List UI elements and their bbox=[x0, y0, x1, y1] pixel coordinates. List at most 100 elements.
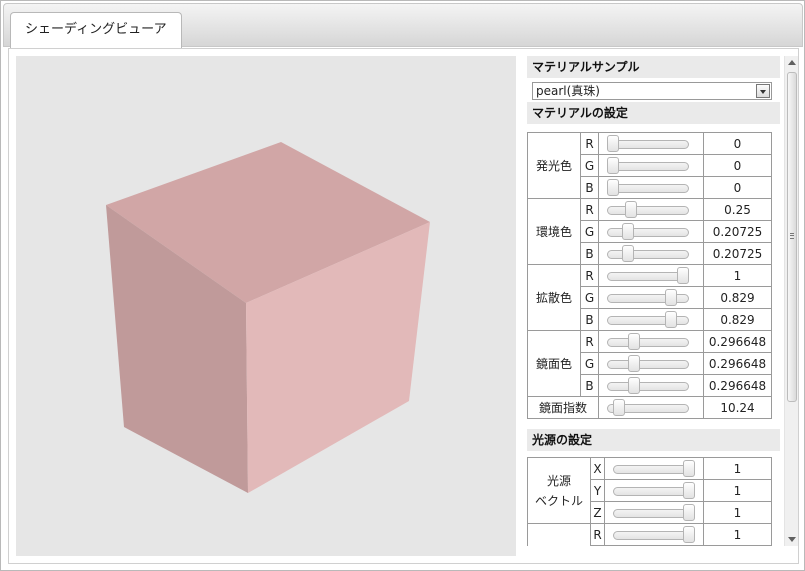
channel-label: G bbox=[580, 286, 599, 309]
channel-label: B bbox=[580, 308, 599, 331]
material-3-g-slider[interactable] bbox=[598, 352, 704, 375]
slider-thumb[interactable] bbox=[677, 267, 689, 284]
tab-bar: シェーディングビューア bbox=[3, 3, 803, 48]
material-2-g-slider[interactable] bbox=[598, 286, 704, 309]
slider-track[interactable] bbox=[607, 382, 689, 391]
slider-track[interactable] bbox=[607, 184, 689, 193]
slider-thumb[interactable] bbox=[627, 355, 640, 372]
light-vector-y-slider[interactable] bbox=[604, 479, 704, 502]
slider-thumb[interactable] bbox=[607, 179, 619, 196]
light-vector-z-value: 1 bbox=[703, 501, 772, 524]
slider-track[interactable] bbox=[607, 360, 689, 369]
material-group-label: 鏡面色 bbox=[527, 330, 581, 397]
material-3-r-slider[interactable] bbox=[598, 330, 704, 353]
channel-label: Y bbox=[590, 479, 605, 502]
shininess-row: 鏡面指数 10.24 bbox=[527, 396, 772, 419]
material-2-b-slider[interactable] bbox=[598, 308, 704, 331]
light-vector-x-slider[interactable] bbox=[604, 457, 704, 480]
scroll-up-icon[interactable] bbox=[788, 60, 796, 65]
material-3-b-slider[interactable] bbox=[598, 374, 704, 397]
slider-thumb[interactable] bbox=[607, 135, 619, 152]
material-0-g-value: 0 bbox=[703, 154, 772, 177]
light-settings-heading: 光源の設定 bbox=[527, 429, 780, 451]
channel-label bbox=[590, 545, 605, 546]
light-vector-label-line1: 光源 bbox=[546, 473, 571, 488]
slider-thumb[interactable] bbox=[627, 333, 640, 350]
material-0-b-slider[interactable] bbox=[598, 176, 704, 199]
slider-track[interactable] bbox=[607, 206, 689, 215]
slider-thumb[interactable] bbox=[627, 377, 640, 394]
chevron-down-icon[interactable] bbox=[756, 84, 770, 98]
channel-label: B bbox=[580, 374, 599, 397]
light-vector-x-value: 1 bbox=[703, 457, 772, 480]
light-vector-label: 光源 ベクトル bbox=[527, 457, 591, 524]
material-sample-selected: pearl(真珠) bbox=[536, 84, 600, 98]
material-1-r-slider[interactable] bbox=[598, 198, 704, 221]
light-color-label bbox=[527, 523, 591, 546]
light-vector-label-line2: ベクトル bbox=[534, 493, 583, 508]
panel-scrollbar[interactable] bbox=[784, 56, 798, 546]
light-vector-z-slider[interactable] bbox=[604, 501, 704, 524]
slider-track[interactable] bbox=[607, 338, 689, 347]
channel-label: R bbox=[580, 330, 599, 353]
scrollbar-thumb[interactable] bbox=[787, 72, 797, 402]
slider-thumb[interactable] bbox=[612, 399, 625, 416]
material-sample-heading: マテリアルサンプル bbox=[527, 56, 780, 78]
slider-thumb[interactable] bbox=[665, 311, 678, 328]
material-2-r-slider[interactable] bbox=[598, 264, 704, 287]
material-0-g-slider[interactable] bbox=[598, 154, 704, 177]
tab-shading-viewer[interactable]: シェーディングビューア bbox=[10, 12, 182, 48]
channel-label: Z bbox=[590, 501, 605, 524]
slider-thumb[interactable] bbox=[665, 289, 678, 306]
material-0-b-value: 0 bbox=[703, 176, 772, 199]
slider-track[interactable] bbox=[607, 250, 689, 259]
slider-thumb[interactable] bbox=[621, 245, 634, 262]
material-0-r-value: 0 bbox=[703, 132, 772, 155]
material-0-r-slider[interactable] bbox=[598, 132, 704, 155]
slider-thumb[interactable] bbox=[683, 504, 695, 521]
material-group-label: 拡散色 bbox=[527, 264, 581, 331]
material-3-b-value: 0.296648 bbox=[703, 374, 772, 397]
scroll-down-icon[interactable] bbox=[788, 537, 796, 542]
material-1-g-value: 0.20725 bbox=[703, 220, 772, 243]
material-settings-table: 発光色 R 0 G 0 B 0 環境色 R 0.25 G 0.20725 B 0.20725 拡散色 R 1 G 0… bbox=[527, 132, 772, 419]
channel-label: G bbox=[580, 220, 599, 243]
channel-label: R bbox=[580, 264, 599, 287]
material-sample-select[interactable]: pearl(真珠) bbox=[532, 82, 772, 100]
slider-thumb[interactable] bbox=[624, 201, 637, 218]
slider-thumb[interactable] bbox=[683, 482, 695, 499]
setting-row: R1 bbox=[527, 523, 772, 546]
setting-row: 環境色 R 0.25 bbox=[527, 198, 772, 265]
cube-render bbox=[106, 142, 430, 493]
channel-label: R bbox=[580, 132, 599, 155]
material-group-label: 発光色 bbox=[527, 132, 581, 199]
material-3-g-value: 0.296648 bbox=[703, 352, 772, 375]
slider-thumb[interactable] bbox=[607, 157, 619, 174]
material-1-b-slider[interactable] bbox=[598, 242, 704, 265]
slider-thumb[interactable] bbox=[621, 223, 634, 240]
shininess-slider[interactable] bbox=[598, 396, 704, 419]
render-viewport[interactable] bbox=[16, 56, 516, 556]
material-group-label: 環境色 bbox=[527, 198, 581, 265]
channel-label: X bbox=[590, 457, 605, 480]
setting-row: 拡散色 R 1 bbox=[527, 264, 772, 331]
setting-row: 光源 ベクトル X 1 bbox=[527, 457, 772, 524]
light-color-r-value: 1 bbox=[703, 523, 772, 546]
slider-track[interactable] bbox=[607, 228, 689, 237]
setting-row: 発光色 R 0 bbox=[527, 132, 772, 199]
slider-cell[interactable] bbox=[604, 545, 704, 546]
channel-label: B bbox=[580, 176, 599, 199]
material-1-g-slider[interactable] bbox=[598, 220, 704, 243]
material-settings-heading: マテリアルの設定 bbox=[527, 102, 780, 124]
material-1-b-value: 0.20725 bbox=[703, 242, 772, 265]
channel-label: R bbox=[590, 523, 605, 546]
grip-icon bbox=[790, 233, 794, 239]
channel-label: G bbox=[580, 154, 599, 177]
slider-track[interactable] bbox=[607, 162, 689, 171]
slider-track[interactable] bbox=[607, 140, 689, 149]
light-color-r-slider[interactable] bbox=[604, 523, 704, 546]
slider-thumb[interactable] bbox=[683, 460, 695, 477]
light-settings-table: 光源 ベクトル X 1 Y 1 Z 1 R 1 bbox=[527, 457, 772, 546]
material-2-r-value: 1 bbox=[703, 264, 772, 287]
slider-thumb[interactable] bbox=[683, 526, 695, 543]
